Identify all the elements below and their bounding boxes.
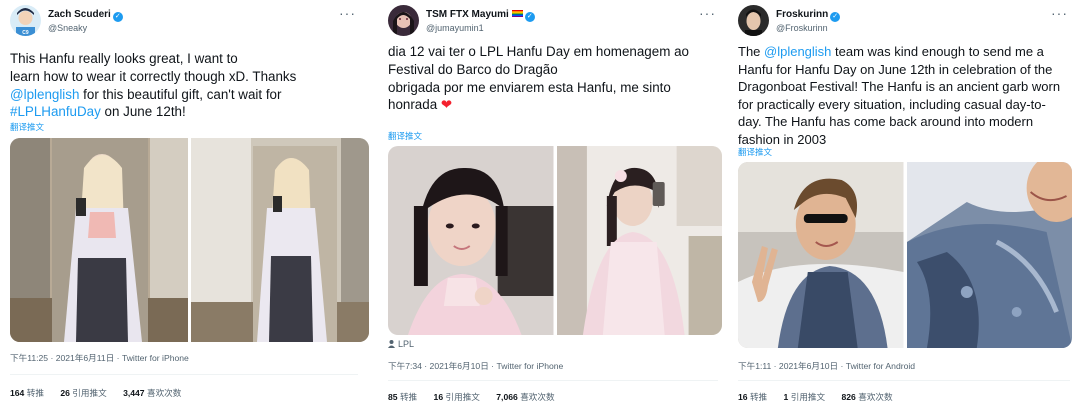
tweet-card-zach-scuderi[interactable]: C9 Zach Scuderi ✓ @Sneaky ··· This Hanfu … [0,0,369,410]
tweet-card-froskurinn[interactable]: Froskurinn ✓ @Froskurinn ··· The @lplengl… [728,0,1080,410]
display-name[interactable]: Froskurinn ✓ [776,9,841,22]
tweet-header: C9 Zach Scuderi ✓ @Sneaky ··· [10,5,358,39]
tweet-text-run: fashion in 2003 [738,131,827,147]
display-name[interactable]: TSM FTX Mayumi ✓ [426,9,535,22]
tweet-source[interactable]: Twitter for Android [846,361,915,371]
tweet-header: TSM FTX Mayumi ✓ @jumayumin1 ··· [388,5,718,39]
tweet-text-line: #LPLHanfuDay on June 12th! [10,103,354,121]
translate-tweet-link[interactable]: 翻译推文 [738,146,772,158]
tweet-text-run: for this beautiful gift, can't wait for [79,86,282,102]
like-count[interactable]: 7,066 喜欢次数 [496,392,554,402]
tweet-text-run: for practically every situation, includi… [738,96,1046,112]
retweet-count[interactable]: 85 转推 [388,392,417,402]
tweet-stats: 16 转推 1 引用推文 826 喜欢次数 [738,391,907,403]
divider [388,380,718,381]
tweet-text-run: Hanfu for Hanfu Day on June 12th in cele… [738,61,1053,77]
media-photo-1[interactable] [738,162,904,348]
tweet-text: dia 12 vai ter o LPL Hanfu Day em homena… [388,43,714,114]
tagged-user[interactable]: LPL [388,339,414,349]
tweet-text-line: fashion in 2003 [738,131,1066,149]
tweet-text: The @lplenglish team was kind enough to … [738,43,1066,149]
hashtag-link[interactable]: #LPLHanfuDay [10,104,101,119]
display-name[interactable]: Zach Scuderi ✓ [48,9,123,22]
quote-count[interactable]: 1 引用推文 [784,392,826,402]
tweet-text-run: on June 12th! [100,104,186,120]
verified-badge-icon: ✓ [524,12,535,22]
mention-link[interactable]: @lplenglish [10,87,79,102]
more-options-icon[interactable]: ··· [1051,5,1068,21]
avatar[interactable]: C9 [10,5,41,36]
tweet-text-line: learn how to wear it correctly though xD… [10,68,354,86]
tweet-text-run: honrada [388,97,441,113]
quote-count[interactable]: 16 引用推文 [434,392,480,402]
tweet-text-line: Hanfu for Hanfu Day on June 12th in cele… [738,61,1066,79]
verified-badge-icon: ✓ [830,12,841,22]
tweet-text-line: This Hanfu really looks great, I want to [10,50,354,68]
mention-link[interactable]: @lplenglish [764,44,831,59]
tweet-text-line: The @lplenglish team was kind enough to … [738,43,1066,61]
tweet-card-tsm-ftx-mayumi[interactable]: TSM FTX Mayumi ✓ @jumayumin1 ··· dia 12 v… [378,0,728,410]
avatar[interactable] [738,5,769,36]
handle[interactable]: @Sneaky [48,22,123,34]
handle[interactable]: @Froskurinn [776,22,840,34]
tweet-stats: 85 转推 16 引用推文 7,066 喜欢次数 [388,391,569,403]
tweet-text-line: Festival do Barco do Dragão [388,61,714,79]
tweet-text-line: day. The Hanfu has come back around into… [738,113,1066,131]
tweet-text-run: team was kind enough to send me a [831,44,1044,59]
tweet-text-run: Festival do Barco do Dragão [388,61,558,77]
tweet-text-line: Dragonboat Festival! The Hanfu is an anc… [738,78,1066,96]
avatar[interactable] [388,5,419,36]
tweet-media[interactable] [738,162,1072,348]
tweet-text-run: Dragonboat Festival! The Hanfu is an anc… [738,79,1061,95]
tweet-text-run: This Hanfu really looks great, I want to [10,51,238,66]
divider [10,374,358,375]
tweet-source[interactable]: Twitter for iPhone [496,361,563,371]
tweet-media[interactable] [10,138,369,342]
tweet-source[interactable]: Twitter for iPhone [122,353,189,363]
handle[interactable]: @jumayumin1 [426,22,535,34]
tweet-media[interactable] [388,146,722,335]
like-count[interactable]: 826 喜欢次数 [842,392,893,402]
tweet-timestamp[interactable]: 下午1:11 · 2021年6月10日 · Twitter for Androi… [738,360,915,372]
tweet-timestamp[interactable]: 下午11:25 · 2021年6月11日 · Twitter for iPhon… [10,352,189,364]
media-photo-1[interactable] [388,146,554,335]
verified-badge-icon: ✓ [112,12,123,22]
tweet-text-line: for practically every situation, includi… [738,96,1066,114]
tweet-text-run: dia 12 vai ter o LPL Hanfu Day em homena… [388,44,689,59]
tweet-text-line: honrada ❤ [388,96,714,114]
divider [738,380,1070,381]
tweet-text-run: obrigada por me enviarem esta Hanfu, me … [388,79,671,95]
svg-text:C9: C9 [22,30,29,36]
more-options-icon[interactable]: ··· [339,5,356,21]
tweet-text: This Hanfu really looks great, I want to… [10,50,354,121]
media-photo-2[interactable] [191,138,369,342]
tweet-stats: 164 转推 26 引用推文 3,447 喜欢次数 [10,387,195,399]
translate-tweet-link[interactable]: 翻译推文 [10,121,44,133]
quote-count[interactable]: 26 引用推文 [60,388,106,398]
tweet-text-run: The [738,44,765,59]
heart-emoji-icon: ❤ [440,97,453,113]
rainbow-flag-icon [511,10,523,17]
tweet-timestamp[interactable]: 下午7:34 · 2021年6月10日 · Twitter for iPhone [388,360,563,372]
tweet-text-line: @lplenglish for this beautiful gift, can… [10,86,354,104]
retweet-count[interactable]: 164 转推 [10,388,44,398]
tweet-text-line: dia 12 vai ter o LPL Hanfu Day em homena… [388,43,714,61]
tweet-text-run: day. The Hanfu has come back around into… [738,114,1034,130]
media-photo-1[interactable] [10,138,188,342]
translate-tweet-link[interactable]: 翻译推文 [388,130,422,142]
person-tag-icon [388,340,395,348]
media-photo-2[interactable] [906,162,1072,348]
retweet-count[interactable]: 16 转推 [738,392,767,402]
like-count[interactable]: 3,447 喜欢次数 [123,388,181,398]
more-options-icon[interactable]: ··· [699,5,716,21]
media-photo-2[interactable] [556,146,722,335]
tweet-text-run: learn how to wear it correctly though xD… [10,68,297,84]
tweet-text-line: obrigada por me enviarem esta Hanfu, me … [388,79,714,97]
tweet-header: Froskurinn ✓ @Froskurinn ··· [738,5,1070,39]
